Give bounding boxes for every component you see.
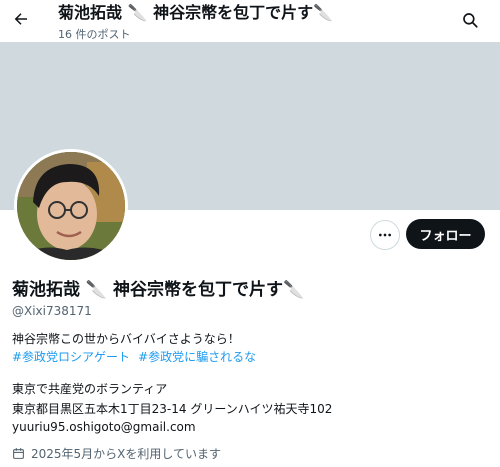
- header-title: 菊池拓哉 🔪 神谷宗幣を包丁で片す🔪: [58, 3, 333, 22]
- bio-line: 神谷宗幣この世からバイバイさようなら！: [12, 332, 240, 346]
- hashtag-link[interactable]: #参政党に騙されるな: [138, 350, 256, 364]
- top-bar: 菊池拓哉 🔪 神谷宗幣を包丁で片す🔪 16 件のポスト: [0, 0, 500, 44]
- bio-hashtags: #参政党ロシアゲート #参政党に騙されるな: [12, 348, 264, 366]
- hashtag-link[interactable]: #参政党ロシアゲート: [12, 350, 130, 364]
- bio-email: yuuriu95.oshigoto@gmail.com: [12, 420, 196, 434]
- more-icon: [379, 233, 391, 237]
- joined-label: 2025年5月からXを利用しています: [31, 447, 222, 461]
- profile-photo: [17, 152, 125, 260]
- search-icon: [463, 13, 478, 28]
- calendar-icon: [13, 448, 24, 459]
- more-options-button[interactable]: [370, 220, 400, 250]
- follow-button[interactable]: フォロー: [406, 219, 485, 249]
- joined-date: 2025年5月からXを利用しています: [12, 445, 221, 462]
- post-count: 16 件のポスト: [58, 28, 131, 41]
- back-button[interactable]: [8, 6, 34, 32]
- avatar[interactable]: [14, 149, 128, 263]
- profile-name: 菊池拓哉 🔪 神谷宗幣を包丁で片す🔪: [12, 280, 305, 300]
- bio-line: 東京都目黒区五本木1丁目23-14 グリーンハイツ祐天寺102: [12, 402, 333, 416]
- profile-handle: @Xixi738171: [12, 304, 92, 318]
- back-arrow-icon: [14, 13, 27, 25]
- search-button[interactable]: [458, 8, 482, 32]
- bio-line: 東京で共産党のボランティア: [12, 382, 168, 396]
